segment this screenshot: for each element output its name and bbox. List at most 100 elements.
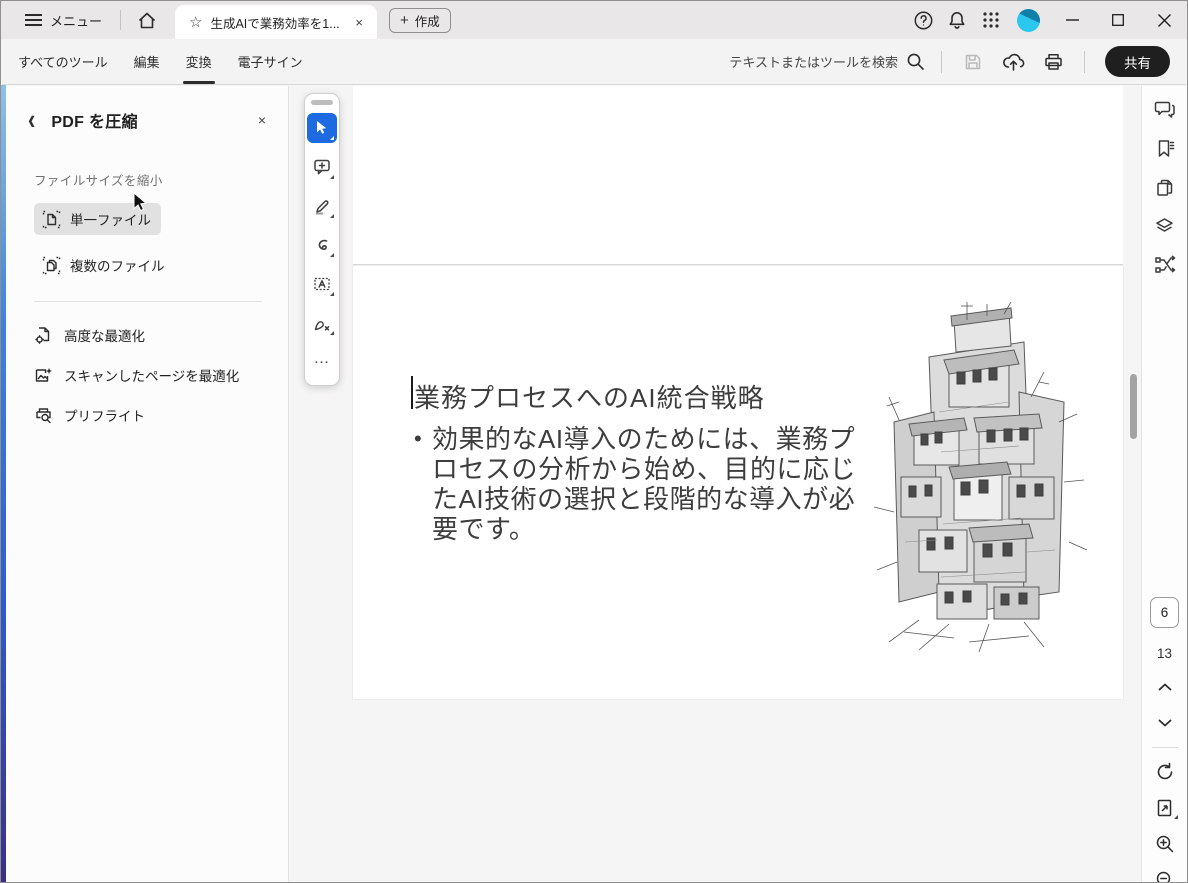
zoom-in-icon (1156, 835, 1173, 853)
submenu-corner-icon (330, 292, 334, 296)
bullet-line: 要です。 (432, 514, 536, 544)
next-page-button[interactable] (1153, 713, 1177, 733)
notifications-button[interactable] (940, 1, 974, 39)
upload-cloud-button[interactable] (998, 47, 1028, 77)
optimize-scanned-pages-item[interactable]: スキャンしたページを最適化 (34, 355, 288, 395)
search-placeholder: テキストまたはツールを検索 (729, 55, 898, 70)
bookmarks-panel-button[interactable] (1153, 136, 1177, 160)
highlight-tool-button[interactable] (307, 191, 337, 221)
save-icon (965, 54, 981, 69)
home-button[interactable] (129, 1, 165, 39)
avatar[interactable] (1017, 8, 1040, 32)
page-thumbnails-panel-button[interactable] (1153, 175, 1177, 199)
tab-all-tools[interactable]: すべてのツール (18, 39, 108, 84)
organize-pages-panel-button[interactable] (1153, 253, 1177, 277)
pages-copy-icon (1156, 179, 1172, 196)
panel-tools: 高度な最適化 スキャンしたページを最適化 プリフライト (6, 315, 288, 435)
sign-tool-button[interactable] (307, 308, 337, 338)
add-comment-icon (314, 159, 330, 175)
maximize-button[interactable] (1095, 1, 1141, 39)
right-rail: 6 13 (1141, 86, 1187, 882)
shuffle-arrows-icon (1154, 255, 1175, 273)
tab-convert[interactable]: 変換 (182, 39, 215, 84)
comments-icon (1154, 101, 1175, 118)
minimize-button[interactable] (1049, 1, 1095, 39)
menu-label: メニュー (50, 13, 103, 29)
page-fit-button[interactable] (1152, 796, 1178, 820)
draw-tool-button[interactable] (307, 230, 337, 260)
toolbar-tabs: すべてのツール 編集 変換 電子サイン (2, 39, 303, 84)
toolbar-right: テキストまたはツールを検索 共有 (729, 46, 1186, 77)
layers-panel-button[interactable] (1153, 214, 1177, 238)
comment-tool-button[interactable] (307, 152, 337, 182)
total-pages-label: 13 (1156, 646, 1173, 661)
rail-panels (1142, 86, 1187, 277)
signature-pen-icon (314, 321, 330, 331)
share-button[interactable]: 共有 (1105, 46, 1170, 77)
document-canvas[interactable]: 業務プロセスへのAI統合戦略 • 効果的なAI導入のためには、業務プ ロセスの分析… (289, 86, 1141, 882)
submenu-corner-icon (330, 253, 334, 257)
advanced-optimization-item[interactable]: 高度な最適化 (34, 315, 288, 355)
multiple-files-label: 複数のファイル (70, 259, 165, 274)
menu-button[interactable]: メニュー (15, 1, 112, 39)
toolbar: すべてのツール 編集 変換 電子サイン テキストまたはツールを検索 共有 (2, 39, 1186, 85)
tab-edit[interactable]: 編集 (134, 39, 160, 84)
single-file-icon (42, 210, 61, 228)
tab-esign[interactable]: 電子サイン (238, 39, 303, 84)
bullet-line: たAI技術の選択と段階的な導入が必 (432, 484, 856, 514)
current-page-input[interactable]: 6 (1150, 597, 1179, 628)
mouse-cursor (133, 193, 148, 214)
app-grid-icon (983, 12, 999, 28)
tab-close-icon[interactable]: × (353, 15, 365, 30)
vertical-scrollbar-thumb[interactable] (1130, 374, 1137, 439)
add-text-tool-button[interactable] (307, 269, 337, 299)
print-button[interactable] (1038, 47, 1068, 77)
zoom-in-button[interactable] (1152, 832, 1178, 856)
plus-icon: + (400, 11, 409, 29)
panel-close-icon[interactable]: × (254, 110, 270, 130)
toolbar-divider (941, 50, 942, 73)
search-box[interactable]: テキストまたはツールを検索 (729, 52, 925, 71)
back-icon[interactable]: ‹ (28, 105, 35, 135)
zoom-out-button[interactable] (1152, 868, 1178, 882)
panel-section-label: ファイルサイズを縮小 (34, 174, 163, 188)
create-button[interactable]: + 作成 (389, 7, 451, 33)
help-button[interactable] (906, 1, 940, 39)
preflight-item[interactable]: プリフライト (34, 395, 288, 435)
acrobat-window: メニュー ☆ 生成AIで業務効率を1... × + 作成 すべてのツール 編集 … (0, 0, 1188, 883)
help-icon (914, 11, 932, 29)
rotate-page-button[interactable] (1152, 760, 1178, 784)
save-button[interactable] (958, 47, 988, 77)
apps-button[interactable] (974, 1, 1008, 39)
compress-multiple-files-item[interactable]: 複数のファイル (34, 249, 175, 281)
rail-divider (1151, 747, 1178, 748)
titlebar-separator (120, 10, 122, 30)
layers-icon (1156, 218, 1173, 232)
document-tab[interactable]: ☆ 生成AIで業務効率を1... × (175, 5, 378, 39)
bookmark-icon (1158, 139, 1174, 157)
star-icon[interactable]: ☆ (189, 13, 202, 31)
rotate-icon (1157, 762, 1172, 780)
titlebar-right (906, 1, 1187, 39)
comments-panel-button[interactable] (1153, 97, 1177, 121)
slide-heading[interactable]: 業務プロセスへのAI統合戦略 (414, 378, 765, 415)
minimize-icon (1065, 19, 1079, 21)
close-window-button[interactable] (1141, 1, 1187, 39)
titlebar: メニュー ☆ 生成AIで業務効率を1... × + 作成 (1, 1, 1187, 39)
bullet-line: ロセスの分析から始め、目的に応じ (432, 454, 857, 484)
titlebar-left: メニュー ☆ 生成AIで業務効率を1... × + 作成 (1, 1, 906, 39)
slide-body-text[interactable]: • 効果的なAI導入のためには、業務プ ロセスの分析から始め、目的に応じ たAI技… (414, 424, 868, 544)
lasso-draw-icon (318, 239, 328, 251)
more-tools-button[interactable]: … (307, 347, 337, 377)
advanced-optimization-label: 高度な最適化 (64, 329, 145, 344)
optimize-scanned-label: スキャンしたページを最適化 (64, 369, 240, 384)
select-tool-button[interactable] (307, 113, 337, 143)
chevron-down-icon (1158, 719, 1171, 727)
close-icon (1157, 13, 1171, 27)
previous-page-button[interactable] (1153, 677, 1177, 697)
bullet-icon: • (414, 426, 423, 451)
preflight-label: プリフライト (64, 409, 145, 424)
toolbar-drag-handle[interactable] (311, 100, 333, 105)
submenu-corner-icon (1173, 815, 1178, 819)
bell-icon (949, 11, 965, 29)
